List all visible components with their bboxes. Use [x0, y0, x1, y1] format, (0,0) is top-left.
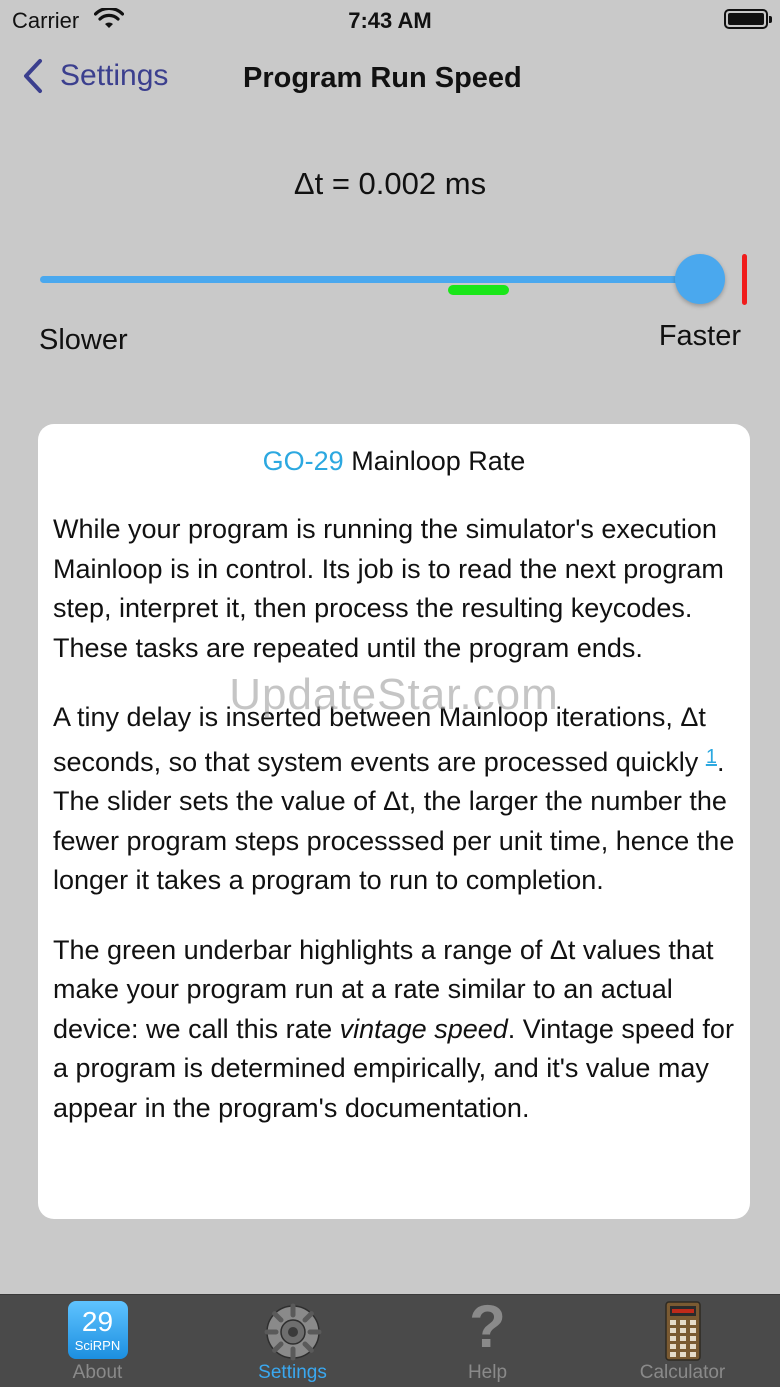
calculator-icon [664, 1301, 701, 1361]
faster-label: Faster [658, 320, 741, 352]
info-card[interactable]: GO-29 Mainloop Rate While your program i… [38, 424, 750, 1219]
card-title-accent: GO-29 [262, 446, 344, 476]
chevron-left-icon [24, 59, 42, 93]
card-title: GO-29 Mainloop Rate [38, 446, 750, 477]
page-title: Program Run Speed [243, 62, 522, 94]
tab-bar: 29 SciRPN About Settings ? Help Calculat… [0, 1294, 780, 1387]
delta-t-value: Δt = 0.002 ms [293, 166, 487, 201]
tab-about-label: About [72, 1362, 123, 1383]
navigation-bar: Settings Program Run Speed [0, 48, 780, 112]
run-speed-slider[interactable] [0, 250, 780, 310]
tab-settings[interactable]: Settings [195, 1295, 390, 1387]
back-button-label: Settings [60, 59, 169, 92]
gear-icon [264, 1303, 321, 1361]
slider-track[interactable] [40, 276, 720, 283]
slider-thumb[interactable] [674, 254, 725, 304]
paragraph-2-text-a: A tiny delay is inserted between Mainloo… [53, 702, 706, 777]
slower-label: Slower [39, 324, 128, 356]
card-title-text: Mainloop Rate [343, 446, 526, 476]
slider-max-marker [742, 254, 747, 305]
question-mark-icon: ? [469, 1293, 506, 1360]
tab-calculator[interactable]: Calculator [585, 1295, 780, 1387]
vintage-speed-term: vintage speed [339, 1013, 508, 1044]
paragraph-1: While your program is running the simula… [53, 514, 724, 663]
paragraph-3: The green underbar highlights a range of… [53, 931, 743, 1129]
tab-help[interactable]: ? Help [390, 1295, 585, 1387]
about-icon-number: 29 [81, 1306, 114, 1337]
clock-time: 7:43 AM [348, 8, 432, 33]
vintage-speed-underbar [448, 285, 510, 295]
tab-about[interactable]: 29 SciRPN About [0, 1295, 195, 1387]
sci-rpn-29-icon: 29 SciRPN [67, 1301, 128, 1359]
card-body: While your program is running the simula… [53, 510, 743, 1158]
footnote-link[interactable]: 1 [706, 746, 717, 768]
status-bar: Carrier 7:43 AM [0, 0, 780, 40]
battery-icon [724, 9, 772, 29]
paragraph-2: A tiny delay is inserted between Mainloo… [53, 698, 743, 901]
tab-settings-label: Settings [258, 1362, 327, 1383]
tab-help-label: Help [467, 1362, 508, 1383]
about-icon-caption: SciRPN [74, 1338, 121, 1353]
tab-calculator-label: Calculator [639, 1362, 726, 1383]
back-button[interactable]: Settings [22, 58, 168, 94]
